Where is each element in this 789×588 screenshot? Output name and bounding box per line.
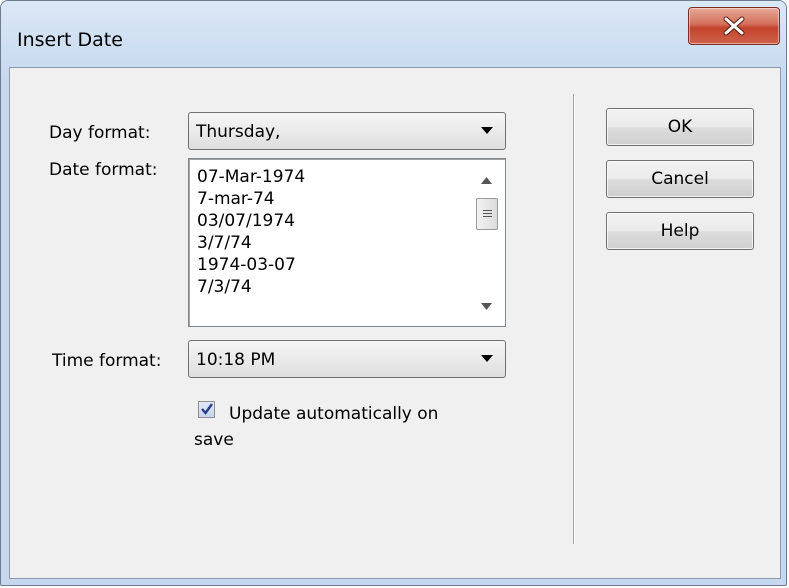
day-format-value: Thursday,: [196, 122, 281, 142]
checkmark-icon: [201, 403, 213, 415]
time-format-select[interactable]: 10:18 PM: [188, 340, 506, 378]
help-button[interactable]: Help: [606, 212, 754, 250]
day-format-label: Day format:: [49, 123, 151, 143]
list-scrollbar[interactable]: [470, 160, 504, 325]
list-item[interactable]: 03/07/1974: [197, 210, 305, 232]
update-automatically-checkbox[interactable]: [198, 401, 215, 418]
close-button[interactable]: [688, 7, 780, 45]
cancel-button[interactable]: Cancel: [606, 160, 754, 198]
time-format-label: Time format:: [52, 351, 162, 371]
list-item[interactable]: 07-Mar-1974: [197, 166, 305, 188]
dialog-window: Insert Date Day format: Thursday, Date f…: [0, 0, 787, 586]
chevron-down-icon: [481, 355, 493, 362]
list-item[interactable]: 1974-03-07: [197, 254, 305, 276]
chevron-down-icon: [481, 127, 493, 134]
vertical-divider: [573, 94, 574, 544]
date-format-list[interactable]: 07-Mar-1974 7-mar-74 03/07/1974 3/7/74 1…: [188, 158, 506, 327]
scroll-down-icon[interactable]: [481, 303, 492, 310]
update-option-label-line1: Update automatically on: [229, 404, 439, 424]
list-item[interactable]: 7-mar-74: [197, 188, 305, 210]
date-format-label: Date format:: [49, 160, 158, 180]
dialog-body: Day format: Thursday, Date format: 07-Ma…: [9, 67, 781, 579]
close-icon: [723, 16, 745, 36]
list-item[interactable]: 7/3/74: [197, 276, 305, 298]
list-item[interactable]: 3/7/74: [197, 232, 305, 254]
scroll-up-icon[interactable]: [481, 177, 492, 184]
update-option-label-line2: save: [194, 430, 234, 450]
window-title: Insert Date: [17, 29, 123, 51]
time-format-value: 10:18 PM: [196, 350, 276, 370]
scroll-thumb[interactable]: [476, 198, 498, 230]
ok-button[interactable]: OK: [606, 108, 754, 146]
day-format-select[interactable]: Thursday,: [188, 112, 506, 150]
